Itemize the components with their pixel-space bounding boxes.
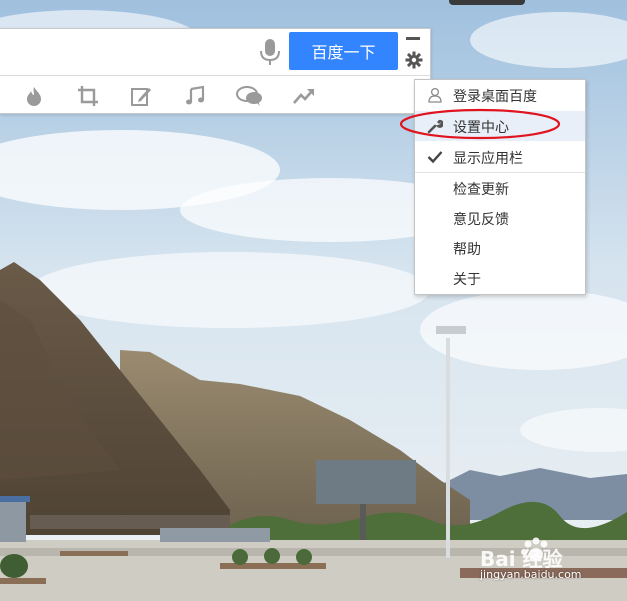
music-icon[interactable] <box>184 85 206 107</box>
user-icon <box>428 87 442 103</box>
crop-icon[interactable] <box>77 85 99 107</box>
microphone-icon[interactable] <box>257 37 283 67</box>
search-button[interactable]: 百度一下 <box>289 32 398 70</box>
wrench-icon <box>427 119 443 134</box>
toolbar <box>0 76 430 113</box>
menu-item-label: 设置中心 <box>453 120 509 136</box>
chat-icon[interactable] <box>236 85 264 107</box>
fire-icon[interactable] <box>23 85 45 107</box>
menu-item-help[interactable]: 帮助 <box>415 233 585 263</box>
gear-icon[interactable] <box>405 51 423 69</box>
edit-icon[interactable] <box>130 85 152 107</box>
menu-item-show-app-bar[interactable]: 显示应用栏 <box>415 142 585 172</box>
trend-icon[interactable] <box>293 85 315 107</box>
watermark-url: jingyan.baidu.com <box>480 568 582 581</box>
menu-item-about[interactable]: 关于 <box>415 263 585 293</box>
menu-item-login[interactable]: 登录桌面百度 <box>415 80 585 110</box>
menu-item-label: 帮助 <box>453 242 481 258</box>
top-edge-widget <box>449 0 525 5</box>
menu-item-label: 关于 <box>453 272 481 288</box>
menu-item-label: 检查更新 <box>453 182 509 198</box>
search-input[interactable] <box>0 29 260 75</box>
check-icon <box>427 151 443 164</box>
desktop-search-panel: 百度一下 <box>0 28 431 114</box>
menu-item-feedback[interactable]: 意见反馈 <box>415 203 585 233</box>
menu-item-settings-center[interactable]: 设置中心 <box>415 111 585 141</box>
menu-item-check-update[interactable]: 检查更新 <box>415 173 585 203</box>
minimize-icon[interactable] <box>406 37 420 41</box>
menu-item-label: 登录桌面百度 <box>453 89 537 105</box>
menu-item-label: 显示应用栏 <box>453 151 523 167</box>
menu-item-label: 意见反馈 <box>453 212 509 228</box>
settings-dropdown-menu: 登录桌面百度 设置中心 显示应用栏 检查更新 意见反馈 帮助 关于 <box>414 79 586 295</box>
search-row: 百度一下 <box>0 29 430 76</box>
